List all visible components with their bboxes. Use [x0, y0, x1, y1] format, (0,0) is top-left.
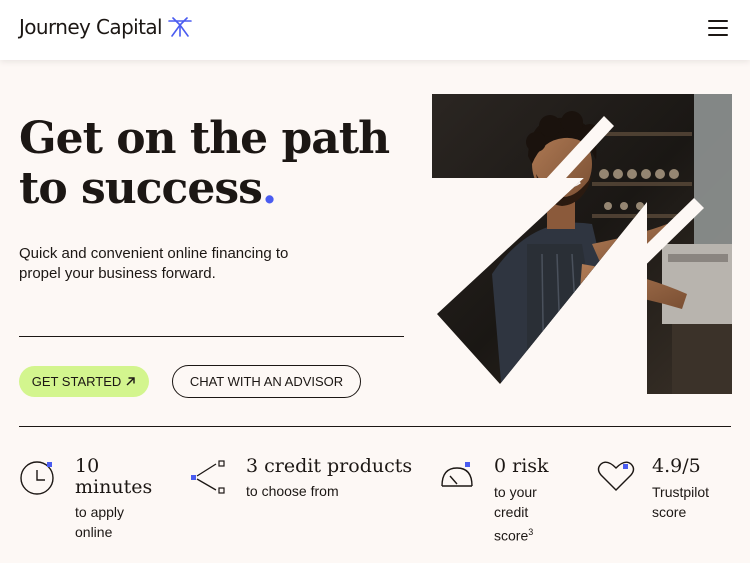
- journey-starburst-icon: [168, 17, 192, 37]
- headline-text: Get on the path to success: [19, 113, 390, 214]
- heart-icon: [597, 461, 635, 491]
- stat-value: 10 minutes: [75, 455, 153, 498]
- stat-description: Trustpilot score: [652, 484, 710, 520]
- chat-with-advisor-label: CHAT WITH AN ADVISOR: [189, 374, 344, 389]
- chat-with-advisor-button[interactable]: CHAT WITH AN ADVISOR: [172, 365, 361, 398]
- stat-description: to your credit score3: [494, 482, 564, 546]
- clock-icon: [20, 461, 54, 495]
- branching-nodes-icon: [191, 460, 225, 494]
- footnote-marker[interactable]: 3: [528, 527, 533, 537]
- get-started-label: GET STARTED: [31, 374, 122, 389]
- brand-name: Journey Capital: [19, 15, 163, 39]
- arrow-up-right-icon: [126, 377, 135, 386]
- stat-value: 4.9/5: [652, 455, 701, 477]
- hero-divider: [19, 336, 404, 337]
- barista-photo: [432, 94, 732, 394]
- top-navbar: Journey Capital: [0, 0, 750, 60]
- hamburger-menu-icon[interactable]: [708, 20, 728, 38]
- headline-accent-dot: .: [261, 163, 277, 214]
- stat-description: to apply online: [75, 504, 125, 540]
- hero-headline: Get on the path to success.: [19, 114, 429, 214]
- stat-description: to choose from: [246, 483, 339, 499]
- hero-subline: Quick and convenient online financing to…: [19, 245, 289, 282]
- brand-logo[interactable]: Journey Capital: [19, 15, 193, 39]
- stat-value: 3 credit products: [246, 455, 413, 477]
- stats-divider: [19, 426, 731, 427]
- get-started-button[interactable]: GET STARTED: [19, 366, 149, 397]
- stat-value: 0 risk: [494, 455, 549, 477]
- gauge-icon: [441, 462, 473, 487]
